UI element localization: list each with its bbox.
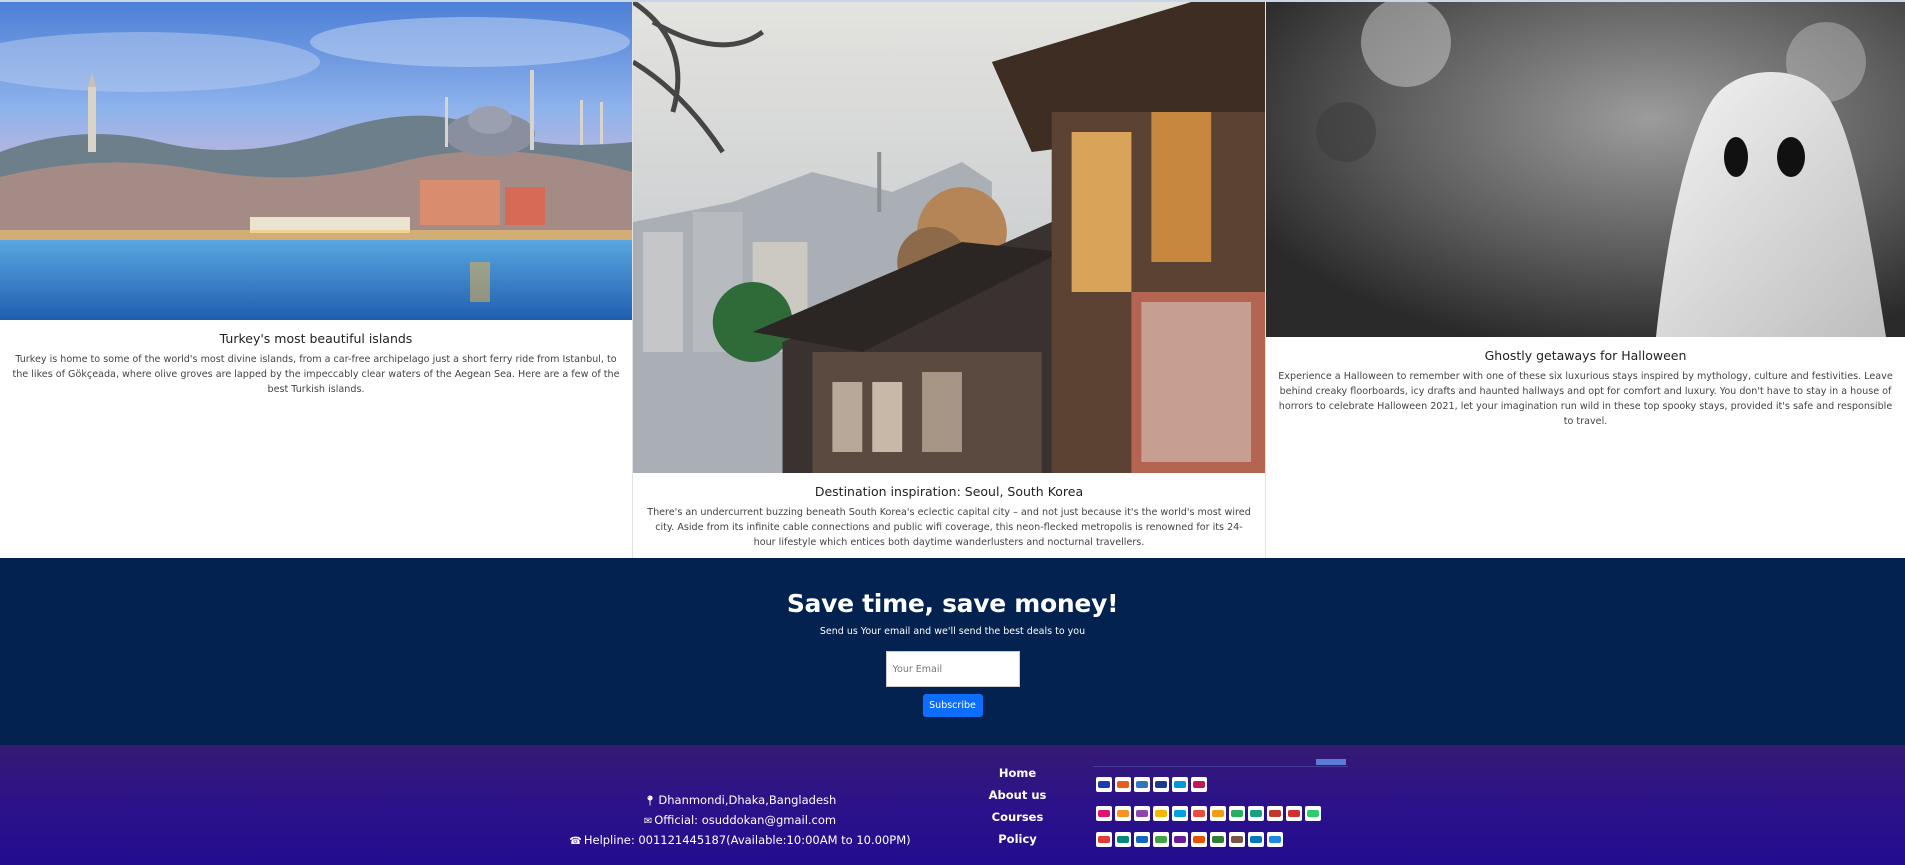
card-description: There's an undercurrent buzzing beneath …: [647, 507, 1251, 548]
payment-methods-banner: [1093, 759, 1348, 865]
helpline-text[interactable]: Helpline: 001121445187(Available:10:00AM…: [584, 833, 911, 847]
card-image-seoul: [633, 2, 1265, 473]
payment-banner-badge: [1316, 759, 1346, 765]
payment-logo-icon: [1172, 806, 1188, 821]
card-image-ghost: [1266, 2, 1905, 337]
payment-logo-icon: [1134, 832, 1150, 847]
blog-cards: Turkey's most beautiful islands Turkey i…: [0, 2, 1905, 558]
payment-logo-icon: [1096, 777, 1112, 792]
payment-logo-icon: [1153, 832, 1169, 847]
payment-logo-icon: [1096, 806, 1112, 821]
payment-logo-icon: [1267, 832, 1283, 847]
footer: 📍︎ Dhanmondi,Dhaka,Bangladesh ✉ Official: …: [0, 745, 1905, 865]
footer-link-courses[interactable]: Courses: [960, 806, 1075, 828]
payment-logo-icon: [1305, 806, 1321, 821]
payment-banner-header: [1093, 759, 1348, 767]
payment-logo-icon: [1096, 832, 1112, 847]
payment-logos-row-cards: [1096, 777, 1207, 792]
payment-logo-icon: [1134, 806, 1150, 821]
helpline-line: ☎ Helpline: 001121445187(Available:10:00A…: [560, 831, 920, 851]
payment-logo-icon: [1134, 777, 1150, 792]
payment-logo-icon: [1267, 806, 1283, 821]
newsletter-section: Save time, save money! Send us Your emai…: [0, 558, 1905, 745]
payment-logo-icon: [1286, 806, 1302, 821]
card-image-istanbul: [0, 2, 632, 320]
card-turkey[interactable]: Turkey's most beautiful islands Turkey i…: [0, 2, 632, 558]
card-seoul[interactable]: Destination inspiration: Seoul, South Ko…: [632, 2, 1266, 558]
payment-logo-icon: [1229, 832, 1245, 847]
payment-logo-icon: [1115, 806, 1131, 821]
payment-logo-icon: [1210, 806, 1226, 821]
payment-logo-icon: [1191, 777, 1207, 792]
footer-link-home[interactable]: Home: [960, 762, 1075, 784]
card-title[interactable]: Destination inspiration: Seoul, South Ko…: [633, 484, 1265, 499]
subscribe-button[interactable]: Subscribe: [922, 694, 983, 717]
payment-logo-icon: [1172, 777, 1188, 792]
phone-icon: ☎: [569, 836, 582, 847]
email-input[interactable]: [885, 651, 1020, 687]
card-description: Experience a Halloween to remember with …: [1278, 371, 1893, 427]
payment-logo-icon: [1210, 832, 1226, 847]
email-text[interactable]: Official: osuddokan@gmail.com: [654, 813, 836, 827]
card-halloween[interactable]: Ghostly getaways for Halloween Experienc…: [1266, 2, 1905, 558]
envelope-icon: ✉: [643, 816, 653, 827]
newsletter-subtitle: Send us Your email and we'll send the be…: [819, 626, 1086, 637]
payment-logo-icon: [1191, 806, 1207, 821]
payment-logo-icon: [1229, 806, 1245, 821]
payment-logo-icon: [1115, 832, 1131, 847]
payment-logo-icon: [1172, 832, 1188, 847]
card-title[interactable]: Turkey's most beautiful islands: [0, 331, 632, 346]
address-text: Dhanmondi,Dhaka,Bangladesh: [658, 793, 837, 807]
payment-logo-icon: [1153, 806, 1169, 821]
email-line: ✉ Official: osuddokan@gmail.com: [560, 811, 920, 831]
card-title[interactable]: Ghostly getaways for Halloween: [1266, 348, 1905, 363]
payment-logo-icon: [1115, 777, 1131, 792]
payment-logo-icon: [1153, 777, 1169, 792]
payment-logo-icon: [1248, 806, 1264, 821]
footer-link-policy[interactable]: Policy: [960, 828, 1075, 850]
payment-logo-icon: [1248, 832, 1264, 847]
contact-info: 📍︎ Dhanmondi,Dhaka,Bangladesh ✉ Official: …: [560, 791, 920, 851]
address-line: 📍︎ Dhanmondi,Dhaka,Bangladesh: [560, 791, 920, 811]
payment-logos-row-mobile: [1096, 806, 1321, 821]
payment-logos-row-banks: [1096, 832, 1283, 847]
card-description: Turkey is home to some of the world's mo…: [12, 354, 620, 395]
newsletter-title: Save time, save money!: [786, 589, 1119, 618]
footer-link-about[interactable]: About us: [960, 784, 1075, 806]
payment-logo-icon: [1191, 832, 1207, 847]
map-marker-icon: 📍︎: [643, 796, 657, 807]
footer-nav: Home About us Courses Policy: [960, 762, 1075, 850]
